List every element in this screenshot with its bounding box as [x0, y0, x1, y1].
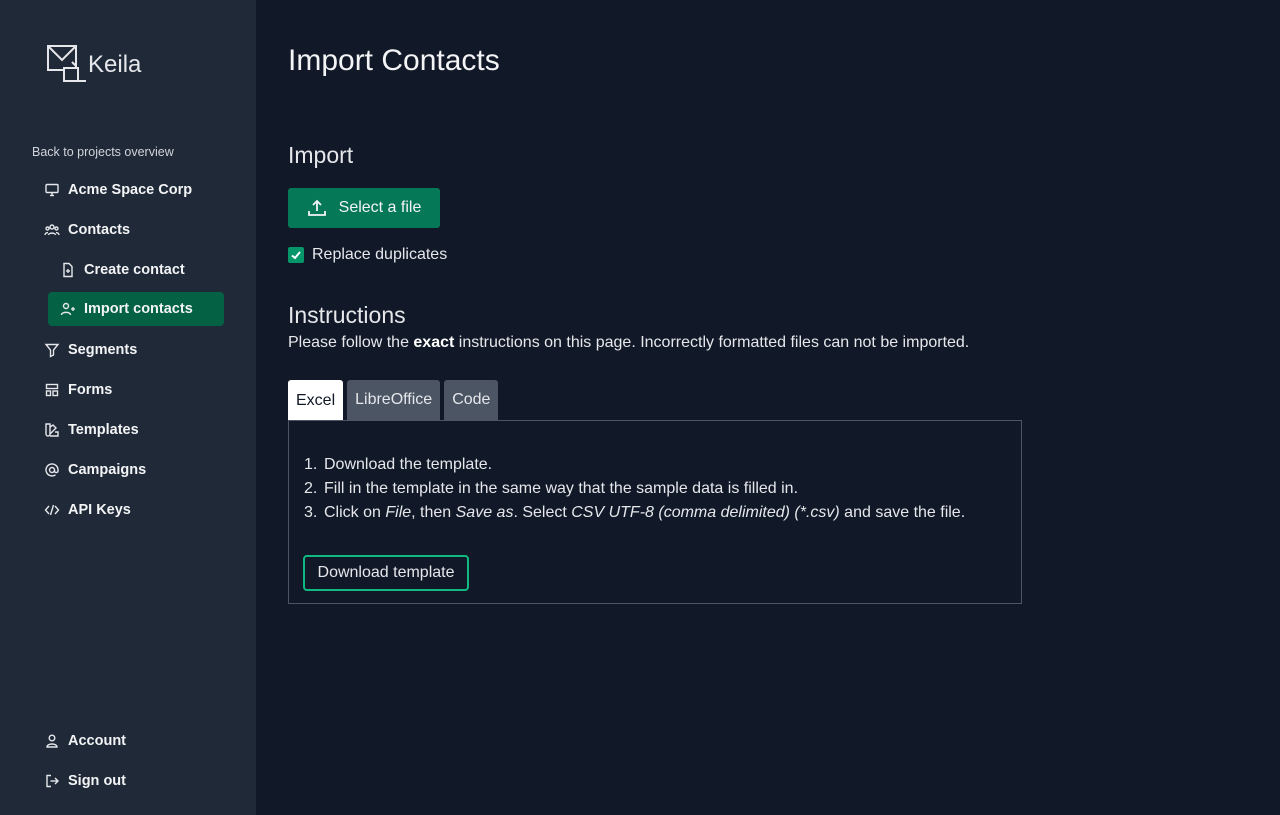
import-heading: Import [288, 142, 354, 168]
sidebar-item-create-contact[interactable]: Create contact [48, 253, 224, 287]
sidebar: Keila Back to projects overview Acme Spa… [0, 0, 256, 815]
select-file-button[interactable]: Select a file [288, 188, 440, 228]
list-item: 1. Download the template. [304, 456, 493, 473]
sidebar-item-templates[interactable]: Templates [44, 413, 224, 447]
sidebar-item-label: Segments [68, 342, 138, 358]
sidebar-item-segments[interactable]: Segments [44, 333, 224, 367]
sidebar-item-label: Import contacts [84, 301, 193, 317]
sidebar-item-label: Acme Space Corp [68, 182, 193, 198]
list-item: 3. Click on File, then Save as. Select CS… [304, 504, 966, 521]
sidebar-item-label: Create contact [84, 262, 185, 278]
upload-icon [307, 199, 326, 216]
users-icon [44, 222, 60, 238]
sidebar-item-label: Forms [68, 382, 113, 398]
replace-duplicates-checkbox[interactable] [288, 247, 304, 263]
form-icon [44, 382, 60, 398]
check-icon [291, 251, 301, 260]
sidebar-item-import-contacts[interactable]: Import contacts [48, 292, 224, 326]
sidebar-item-sign-out[interactable]: Sign out [44, 764, 224, 798]
sidebar-item-contacts[interactable]: Contacts [44, 213, 224, 247]
replace-duplicates-row: Replace duplicates [288, 246, 447, 264]
file-plus-icon [60, 262, 76, 278]
filter-icon [44, 342, 60, 358]
sidebar-item-label: Contacts [68, 222, 131, 238]
sidebar-item-label: Account [68, 733, 126, 749]
monitor-icon [44, 182, 60, 198]
back-to-projects-link[interactable]: Back to projects overview [32, 145, 174, 159]
replace-duplicates-label[interactable]: Replace duplicates [312, 246, 447, 264]
sidebar-item-forms[interactable]: Forms [44, 373, 224, 407]
sidebar-item-label: Templates [68, 422, 139, 438]
code-icon [44, 502, 60, 518]
download-template-button[interactable]: Download template [303, 555, 469, 591]
logout-icon [44, 773, 60, 789]
tab-libreoffice[interactable]: LibreOffice [347, 380, 441, 420]
instructions-heading: Instructions [288, 302, 406, 328]
sidebar-item-account[interactable]: Account [44, 724, 224, 758]
keila-logo-icon [47, 45, 86, 82]
at-icon [44, 462, 60, 478]
brand-name: Keila [88, 51, 142, 78]
page-title: Import Contacts [288, 44, 500, 77]
sidebar-item-label: API Keys [68, 502, 131, 518]
sidebar-item-campaigns[interactable]: Campaigns [44, 453, 224, 487]
tab-excel[interactable]: Excel [288, 380, 344, 421]
instruction-tabs: Excel LibreOffice Code [288, 380, 502, 421]
tab-code[interactable]: Code [444, 380, 499, 420]
sidebar-item-project[interactable]: Acme Space Corp [44, 173, 224, 207]
select-file-label: Select a file [338, 199, 422, 216]
steps-list: 1. Download the template. 2. Fill in the t… [304, 453, 965, 525]
sidebar-item-label: Sign out [68, 773, 126, 789]
sidebar-item-label: Campaigns [68, 462, 147, 478]
list-item: 2. Fill in the template in the same way t… [304, 480, 799, 497]
sidebar-item-api-keys[interactable]: API Keys [44, 493, 224, 527]
logo[interactable]: Keila [46, 44, 141, 84]
instructions-text: Please follow the exact instructions on … [288, 334, 970, 351]
instructions-panel: 1. Download the template. 2. Fill in the t… [288, 420, 1022, 604]
color-swatch-icon [44, 422, 60, 438]
user-icon [44, 733, 60, 749]
user-add-icon [60, 301, 76, 317]
